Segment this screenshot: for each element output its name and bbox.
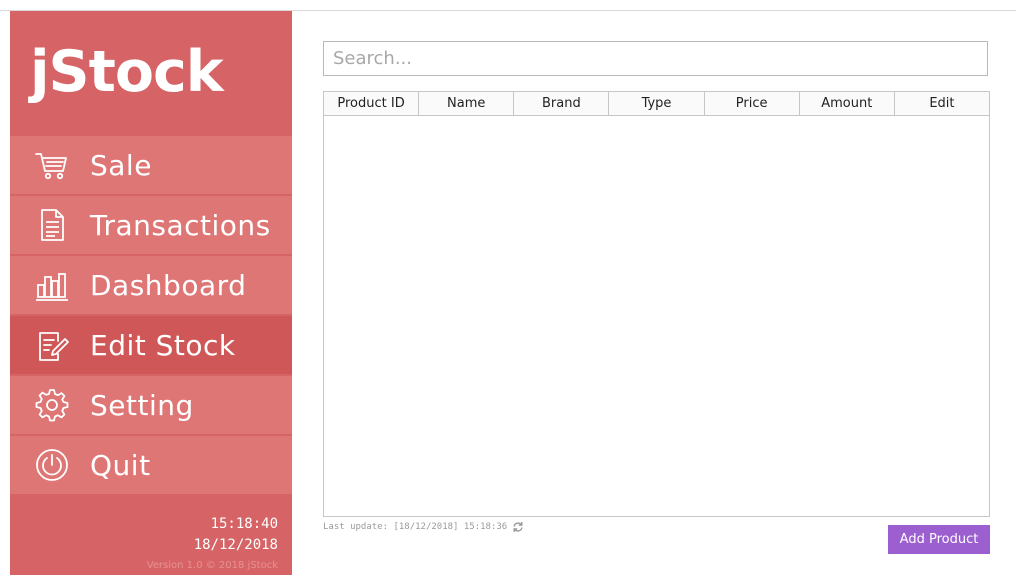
add-product-button[interactable]: Add Product	[888, 525, 990, 554]
bar-chart-icon	[32, 265, 72, 305]
sidebar-item-dashboard[interactable]: Dashboard	[10, 256, 292, 314]
sidebar: jStock Sale Transactions Dashboard Edit …	[10, 11, 292, 575]
power-icon	[32, 445, 72, 485]
column-header-type[interactable]: Type	[609, 92, 705, 115]
sidebar-item-edit-stock[interactable]: Edit Stock	[10, 316, 292, 374]
sidebar-nav: Sale Transactions Dashboard Edit Stock S…	[10, 136, 292, 496]
refresh-icon[interactable]	[512, 521, 524, 533]
sidebar-item-label: Dashboard	[90, 268, 247, 302]
sidebar-item-label: Sale	[90, 148, 152, 182]
column-header-amount[interactable]: Amount	[800, 92, 895, 115]
last-update-text: Last update: [18/12/2018] 15:18:36	[323, 522, 508, 532]
version-text: Version 1.0 © 2018 jStock	[146, 560, 278, 571]
sidebar-item-label: Transactions	[90, 208, 271, 242]
column-header-product-id[interactable]: Product ID	[324, 92, 420, 115]
sidebar-item-transactions[interactable]: Transactions	[10, 196, 292, 254]
sidebar-item-sale[interactable]: Sale	[10, 136, 292, 194]
search-input[interactable]	[323, 41, 988, 76]
sidebar-item-label: Setting	[90, 388, 194, 422]
product-table: Product ID Name Brand Type Price Amount …	[323, 91, 990, 517]
app-logo: jStock	[30, 39, 224, 105]
sidebar-item-label: Quit	[90, 448, 151, 482]
sidebar-item-setting[interactable]: Setting	[10, 376, 292, 434]
column-header-price[interactable]: Price	[705, 92, 800, 115]
column-header-name[interactable]: Name	[419, 92, 515, 115]
gear-icon	[32, 385, 72, 425]
sidebar-item-label: Edit Stock	[90, 328, 236, 362]
current-time: 15:18:40	[210, 516, 278, 532]
cart-icon	[32, 145, 72, 185]
column-header-brand[interactable]: Brand	[514, 92, 610, 115]
edit-icon	[32, 325, 72, 365]
last-update-status: Last update: [18/12/2018] 15:18:36	[323, 521, 524, 533]
document-icon	[32, 205, 72, 245]
current-date: 18/12/2018	[193, 537, 278, 553]
column-header-edit[interactable]: Edit	[895, 92, 989, 115]
table-header: Product ID Name Brand Type Price Amount …	[324, 92, 989, 116]
sidebar-clock: 15:18:40 18/12/2018	[194, 514, 278, 556]
sidebar-item-quit[interactable]: Quit	[10, 436, 292, 494]
